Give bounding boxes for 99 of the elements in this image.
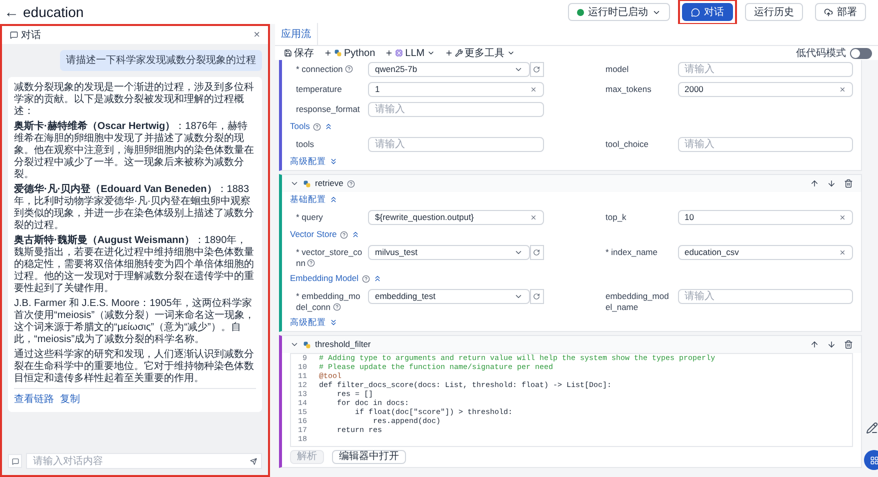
chat-input[interactable]: 请输入对话内容	[26, 453, 262, 469]
clear-icon[interactable]	[839, 214, 846, 221]
low-code-switch[interactable]	[850, 48, 872, 58]
caret-icon	[514, 292, 522, 301]
input-field[interactable]: 2000	[678, 82, 853, 97]
refresh-button[interactable]	[530, 245, 544, 260]
plus-icon	[444, 49, 453, 57]
node-title: threshold_filter	[315, 338, 371, 351]
save-button[interactable]: 保存	[281, 46, 317, 60]
cloud-icon	[824, 8, 833, 16]
caret-icon	[514, 248, 522, 257]
field-label: model	[606, 64, 629, 74]
message-link[interactable]: 查看链路	[14, 392, 54, 407]
chat-icon	[10, 31, 18, 39]
panel-title: 对话	[21, 28, 41, 42]
low-code-label: 低代码模式	[796, 46, 846, 60]
collapse-icon[interactable]	[350, 230, 360, 239]
field-label: tools	[296, 139, 314, 149]
clear-icon[interactable]	[839, 86, 846, 93]
section-title[interactable]: 高级配置	[290, 317, 326, 328]
close-button[interactable]: ×	[254, 30, 260, 40]
chip-icon	[395, 49, 404, 57]
input-field[interactable]: education_csv	[678, 245, 853, 260]
section-title[interactable]: Tools	[290, 121, 310, 132]
field-label: * connection	[296, 64, 343, 74]
section-title[interactable]: Vector Store	[290, 229, 337, 240]
plus-icon	[324, 49, 332, 57]
expand-icon[interactable]	[329, 318, 338, 327]
field-label: temperature	[296, 84, 342, 94]
page-title: education	[23, 2, 84, 22]
chat-button[interactable]: 对话	[682, 3, 733, 21]
refresh-icon	[533, 293, 540, 300]
collapse-icon[interactable]	[290, 340, 299, 349]
clear-icon[interactable]	[530, 86, 536, 93]
section-title[interactable]: 基础配置	[290, 194, 326, 205]
answer-paragraph: 奥斯卡·赫特维希（Oscar Hertwig）：1876年，赫特维希在海胆的卵细胞中发现了并描述了减数分裂的现象。他在观察中注意到，海胆卵细胞内的染色体数量在分裂过程中减少了一半。这一现象后来被称为减数分裂。	[14, 121, 255, 181]
field-label: embedding_model_name	[606, 291, 669, 312]
wrench-icon	[454, 49, 463, 57]
refresh-icon	[533, 249, 540, 256]
add-node-button[interactable]: 更多工具	[442, 46, 518, 60]
field-label: response_format	[296, 104, 360, 114]
python-icon	[303, 180, 311, 188]
back-button[interactable]: ←	[4, 4, 19, 20]
field-label: * embedding_model_conn	[296, 291, 360, 312]
move-up-icon[interactable]	[810, 179, 819, 188]
run-history-button[interactable]: 运行历史	[745, 3, 803, 21]
field-label: max_tokens	[606, 84, 652, 94]
answer-paragraph: 通过这些科学家的研究和发现，人们逐渐认识到减数分裂在生命科学中的重要地位。它对于维持物种染色体数目恒定和遗传多样性起着至关重要的作用。	[14, 349, 255, 385]
refresh-button[interactable]	[530, 62, 544, 77]
python-icon	[334, 49, 342, 57]
add-node-button[interactable]: Python	[321, 46, 378, 60]
delete-icon[interactable]	[844, 340, 853, 349]
field-label: tool_choice	[606, 139, 649, 149]
chat-icon	[12, 458, 18, 464]
delete-icon[interactable]	[844, 179, 853, 188]
section-title[interactable]: Embedding Model	[290, 273, 359, 284]
add-node-button[interactable]: LLM	[382, 46, 438, 60]
select-field[interactable]: embedding_test	[368, 289, 530, 304]
input-field[interactable]: ${rewrite_question.output}	[368, 210, 544, 225]
expand-icon[interactable]	[329, 157, 338, 166]
python-icon	[303, 340, 311, 348]
clear-icon[interactable]	[530, 214, 536, 221]
collapse-icon[interactable]	[324, 122, 333, 131]
input-field[interactable]: 10	[678, 210, 853, 225]
node-title: retrieve	[315, 177, 344, 190]
new-chat-button[interactable]	[8, 454, 22, 468]
caret-icon	[426, 49, 435, 57]
open-in-editor-button[interactable]: 编辑器中打开	[332, 450, 406, 464]
field-label: * index_name	[606, 247, 658, 257]
runtime-status-dropdown[interactable]: 运行时已启动	[568, 3, 670, 21]
refresh-button[interactable]	[530, 289, 544, 304]
edit-icon[interactable]	[866, 422, 878, 434]
move-down-icon[interactable]	[827, 179, 836, 188]
user-message: 请描述一下科学家发现减数分裂现象的过程	[60, 50, 262, 71]
answer-paragraph: 奥古斯特·魏斯曼（August Weismann）：1890年，魏斯曼指出，若要在进化过程中维持细胞中染色体数量的稳定性，需要将双倍体细胞转变为四个单倍体细胞的过程。他的这一发现对于理解减数分裂在遗传学中的重要性起到了关键作用。	[14, 235, 255, 295]
select-field[interactable]: qwen25-7b	[368, 62, 530, 77]
answer-paragraph: J.B. Farmer 和 J.E.S. Moore：1905年，这两位科学家首次使用“meiosis”（减数分裂）一词来命名这一现象，这个词来源于希腊文的“μείωσις”（意为“减少”）。自此，“meiosis”成为了减数分裂的科学名称。	[14, 298, 256, 346]
move-up-icon[interactable]	[810, 340, 819, 349]
grid-icon	[870, 456, 878, 464]
field-label: * vector_store_conn	[296, 247, 362, 268]
deploy-button[interactable]: 部署	[815, 3, 866, 21]
input-field[interactable]: 1	[368, 82, 544, 97]
collapse-icon[interactable]	[372, 274, 382, 283]
move-down-icon[interactable]	[827, 340, 836, 349]
chat-icon	[691, 8, 700, 16]
answer-paragraph: 减数分裂现象的发现是一个渐进的过程，涉及到多位科学家的贡献。以下是减数分裂被发现和理解的过程概述：	[14, 82, 255, 118]
answer-paragraph: 爱德华·凡·贝内登（Edouard Van Beneden）：1883年，比利时动物学家爱德华·凡·贝内登在蛔虫卵中观察到类似的现象，并进一步在染色体级别上描述了减数分裂的过程。	[14, 184, 255, 232]
select-field[interactable]: milvus_test	[368, 245, 530, 260]
collapse-icon[interactable]	[329, 195, 338, 204]
collapse-icon[interactable]	[290, 179, 299, 188]
clear-icon[interactable]	[839, 249, 846, 256]
send-icon[interactable]	[250, 458, 257, 464]
field-label: * query	[296, 212, 323, 222]
message-link[interactable]: 复制	[60, 392, 80, 407]
field-label: top_k	[606, 212, 626, 222]
save-icon	[284, 49, 292, 57]
plus-icon	[385, 49, 394, 57]
refresh-icon	[533, 66, 540, 73]
section-title[interactable]: 高级配置	[290, 156, 326, 167]
